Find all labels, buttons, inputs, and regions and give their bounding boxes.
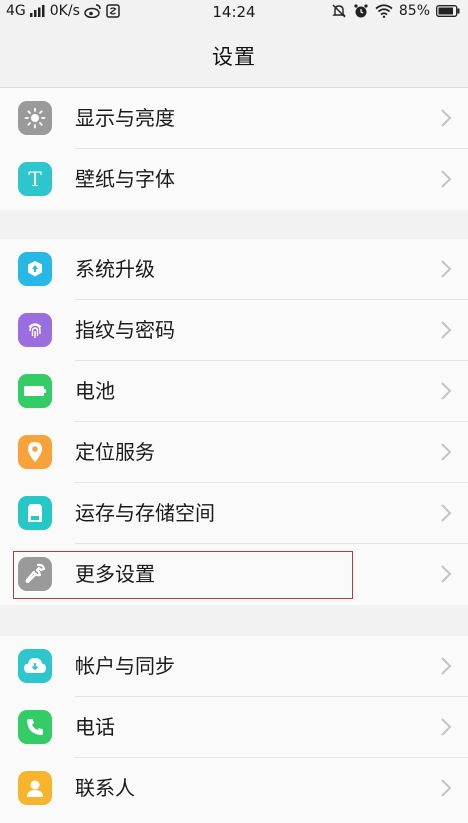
storage-icon — [18, 496, 52, 530]
settings-item-more-settings[interactable]: 更多设置 — [0, 544, 468, 605]
system-update-icon — [18, 252, 52, 286]
status-right: 85% — [331, 3, 460, 19]
location-icon — [18, 435, 52, 469]
battery-icon — [18, 374, 52, 408]
chevron-right-icon — [441, 109, 452, 127]
settings-item-wallpaper-font[interactable]: T 壁纸与字体 — [0, 149, 468, 210]
settings-item-label: 更多设置 — [75, 562, 155, 586]
settings-group-display: 显示与亮度 T 壁纸与字体 — [0, 88, 468, 210]
notifications-off-icon — [332, 4, 346, 18]
settings-item-account-sync[interactable]: 帐户与同步 — [0, 636, 468, 697]
settings-item-label: 显示与亮度 — [75, 106, 175, 130]
settings-item-fingerprint-password[interactable]: 指纹与密码 — [0, 300, 468, 361]
settings-item-label: 电话 — [75, 715, 115, 739]
settings-item-label: 系统升级 — [75, 257, 155, 281]
cloud-sync-icon — [18, 649, 52, 683]
settings-item-label: 帐户与同步 — [75, 654, 175, 678]
settings-item-label: 电池 — [75, 379, 115, 403]
chevron-right-icon — [441, 657, 452, 675]
wifi-icon — [375, 4, 393, 18]
status-bar: 4G 0K/s 14:24 85% — [0, 0, 468, 24]
chevron-right-icon — [441, 260, 452, 278]
chevron-right-icon — [441, 382, 452, 400]
contacts-icon — [18, 771, 52, 805]
settings-item-phone[interactable]: 电话 — [0, 697, 468, 758]
settings-item-battery[interactable]: 电池 — [0, 361, 468, 422]
settings-group-system: 系统升级 指纹与密码 电池 定位服务 运存与存储空间 更多设置 — [0, 239, 468, 605]
chevron-right-icon — [441, 170, 452, 188]
wrench-icon — [18, 557, 52, 591]
settings-item-display-brightness[interactable]: 显示与亮度 — [0, 88, 468, 149]
settings-item-memory-storage[interactable]: 运存与存储空间 — [0, 483, 468, 544]
chevron-right-icon — [441, 504, 452, 522]
settings-item-label: 联系人 — [75, 776, 135, 800]
title-bar: 设置 — [0, 24, 468, 88]
settings-item-label: 运存与存储空间 — [75, 501, 215, 525]
fingerprint-icon — [18, 313, 52, 347]
settings-item-system-update[interactable]: 系统升级 — [0, 239, 468, 300]
svg-text:T: T — [28, 168, 42, 190]
battery-status-icon — [436, 5, 460, 17]
chevron-right-icon — [441, 443, 452, 461]
battery-percent: 85% — [398, 3, 430, 19]
settings-group-accounts: 帐户与同步 电话 联系人 — [0, 636, 468, 823]
chevron-right-icon — [441, 779, 452, 797]
brightness-icon — [18, 101, 52, 135]
settings-item-label: 定位服务 — [75, 440, 155, 464]
alarm-icon — [354, 4, 368, 18]
font-icon: T — [18, 162, 52, 196]
chevron-right-icon — [441, 565, 452, 583]
settings-item-label: 壁纸与字体 — [75, 167, 175, 191]
chevron-right-icon — [441, 718, 452, 736]
settings-item-label: 指纹与密码 — [75, 318, 175, 342]
chevron-right-icon — [441, 321, 452, 339]
settings-item-contacts[interactable]: 联系人 — [0, 758, 468, 819]
page-title: 设置 — [212, 44, 256, 69]
phone-icon — [18, 710, 52, 744]
settings-item-location[interactable]: 定位服务 — [0, 422, 468, 483]
